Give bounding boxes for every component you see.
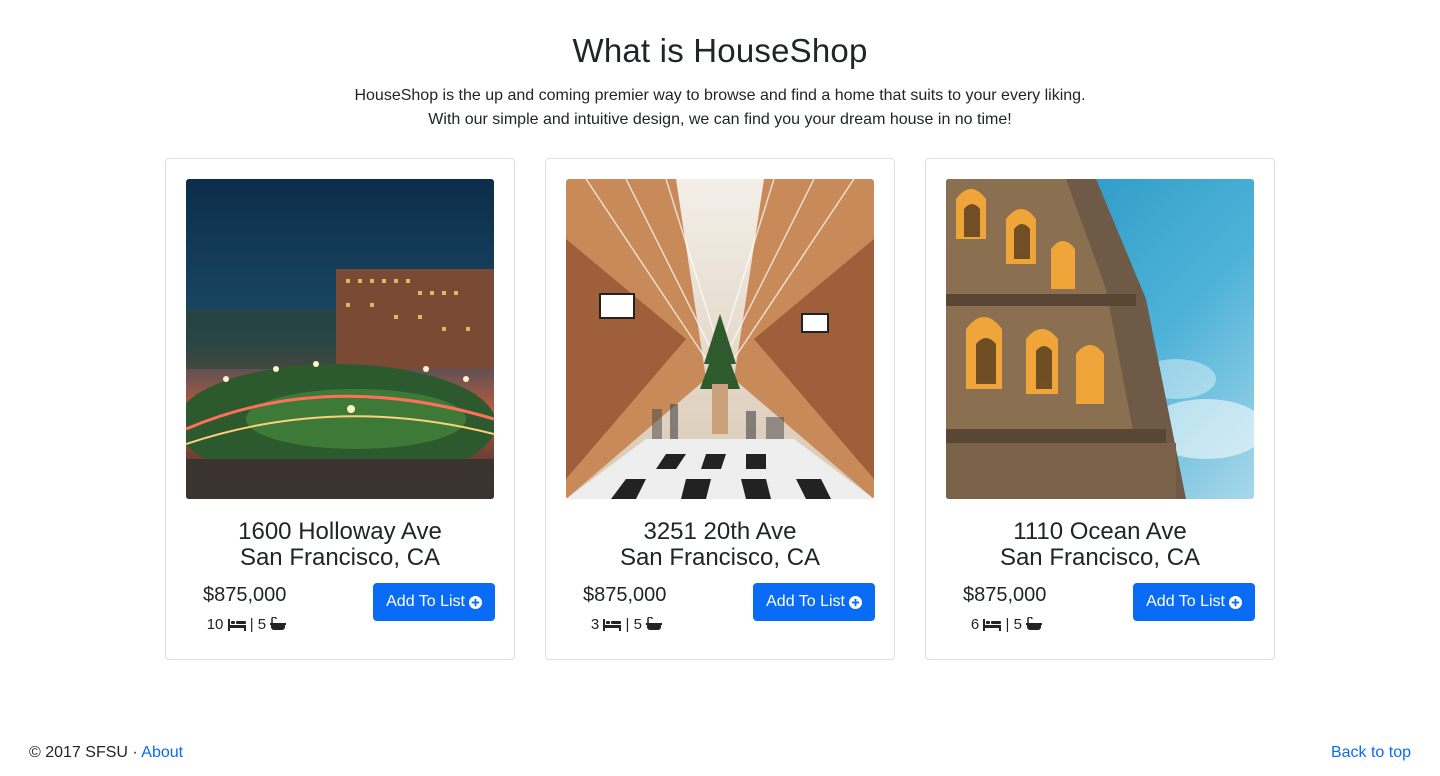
bed-count: 6: [970, 616, 980, 633]
page-title: What is HouseShop: [572, 32, 868, 69]
add-to-list-label: Add To List: [386, 593, 465, 610]
spec-divider: |: [1005, 616, 1010, 633]
about-link[interactable]: About: [141, 744, 183, 761]
bed-icon: [983, 618, 1002, 636]
listing-price: $875,000: [203, 584, 287, 606]
bed-icon: [603, 618, 622, 636]
plus-circle-icon: [849, 595, 862, 609]
bed-icon: [227, 618, 246, 636]
listing-address: 3251 20th Ave San Francisco, CA: [566, 519, 874, 571]
bath-count: 5: [1013, 616, 1022, 633]
add-to-list-button[interactable]: Add To List: [753, 583, 875, 621]
bed-count: 3: [590, 616, 600, 633]
spec-divider: |: [625, 616, 630, 633]
add-to-list-button[interactable]: Add To List: [373, 583, 495, 621]
bath-icon: [646, 616, 663, 636]
back-to-top-link[interactable]: Back to top: [1331, 744, 1411, 761]
listing-street: 1600 Holloway Ave: [238, 518, 442, 545]
listing-price: $875,000: [963, 584, 1047, 606]
listing-details: $875,000 6 | 5 Add To List: [946, 583, 1255, 639]
add-to-list-button[interactable]: Add To List: [1133, 583, 1255, 621]
bath-icon: [1026, 616, 1043, 636]
listing-details: $875,000 3 | 5 Add To List: [566, 583, 875, 639]
plus-circle-icon: [469, 595, 482, 609]
listing-price: $875,000: [583, 584, 667, 606]
footer-left: © 2017 SFSU · About: [29, 741, 183, 765]
footer: © 2017 SFSU · About Back to top: [0, 741, 1440, 765]
listing-address: 1600 Holloway Ave San Francisco, CA: [186, 519, 494, 571]
listing-city: San Francisco, CA: [239, 544, 441, 571]
footer-right: Back to top: [1331, 741, 1411, 765]
listing-card: 1110 Ocean Ave San Francisco, CA $875,00…: [925, 158, 1275, 660]
intro-line-1: HouseShop is the up and coming premier w…: [354, 87, 1086, 104]
listing-specs: 3 | 5: [583, 616, 670, 636]
listing-street: 1110 Ocean Ave: [1013, 518, 1187, 545]
bath-icon: [270, 616, 287, 636]
campus-at-night-photo[interactable]: [186, 179, 494, 499]
listing-city: San Francisco, CA: [619, 544, 821, 571]
listing-street: 3251 20th Ave: [643, 518, 797, 545]
plus-circle-icon: [1229, 595, 1242, 609]
add-to-list-label: Add To List: [1146, 593, 1225, 610]
bath-count: 5: [633, 616, 642, 633]
shopping-arcade-photo[interactable]: [566, 179, 874, 499]
spec-divider: |: [249, 616, 254, 633]
listing-card: 3251 20th Ave San Francisco, CA $875,000…: [545, 158, 895, 660]
listing-details: $875,000 10 | 5 Add To List: [186, 583, 495, 639]
copyright-text: © 2017 SFSU ·: [29, 744, 138, 761]
bed-count: 10: [206, 616, 224, 633]
colosseum-photo[interactable]: [946, 179, 1254, 499]
listing-specs: 6 | 5: [963, 616, 1050, 636]
intro-section: What is HouseShop HouseShop is the up an…: [0, 0, 1440, 132]
listing-specs: 10 | 5: [203, 616, 290, 636]
listing-cards: 1600 Holloway Ave San Francisco, CA $875…: [165, 158, 1275, 660]
bath-count: 5: [257, 616, 267, 633]
listing-address: 1110 Ocean Ave San Francisco, CA: [946, 519, 1254, 571]
add-to-list-label: Add To List: [766, 593, 845, 610]
listing-card: 1600 Holloway Ave San Francisco, CA $875…: [165, 158, 515, 660]
intro-line-2: With our simple and intuitive design, we…: [428, 111, 1012, 128]
intro-text: HouseShop is the up and coming premier w…: [0, 84, 1440, 132]
listing-city: San Francisco, CA: [999, 544, 1201, 571]
page: What is HouseShop HouseShop is the up an…: [0, 0, 1440, 776]
